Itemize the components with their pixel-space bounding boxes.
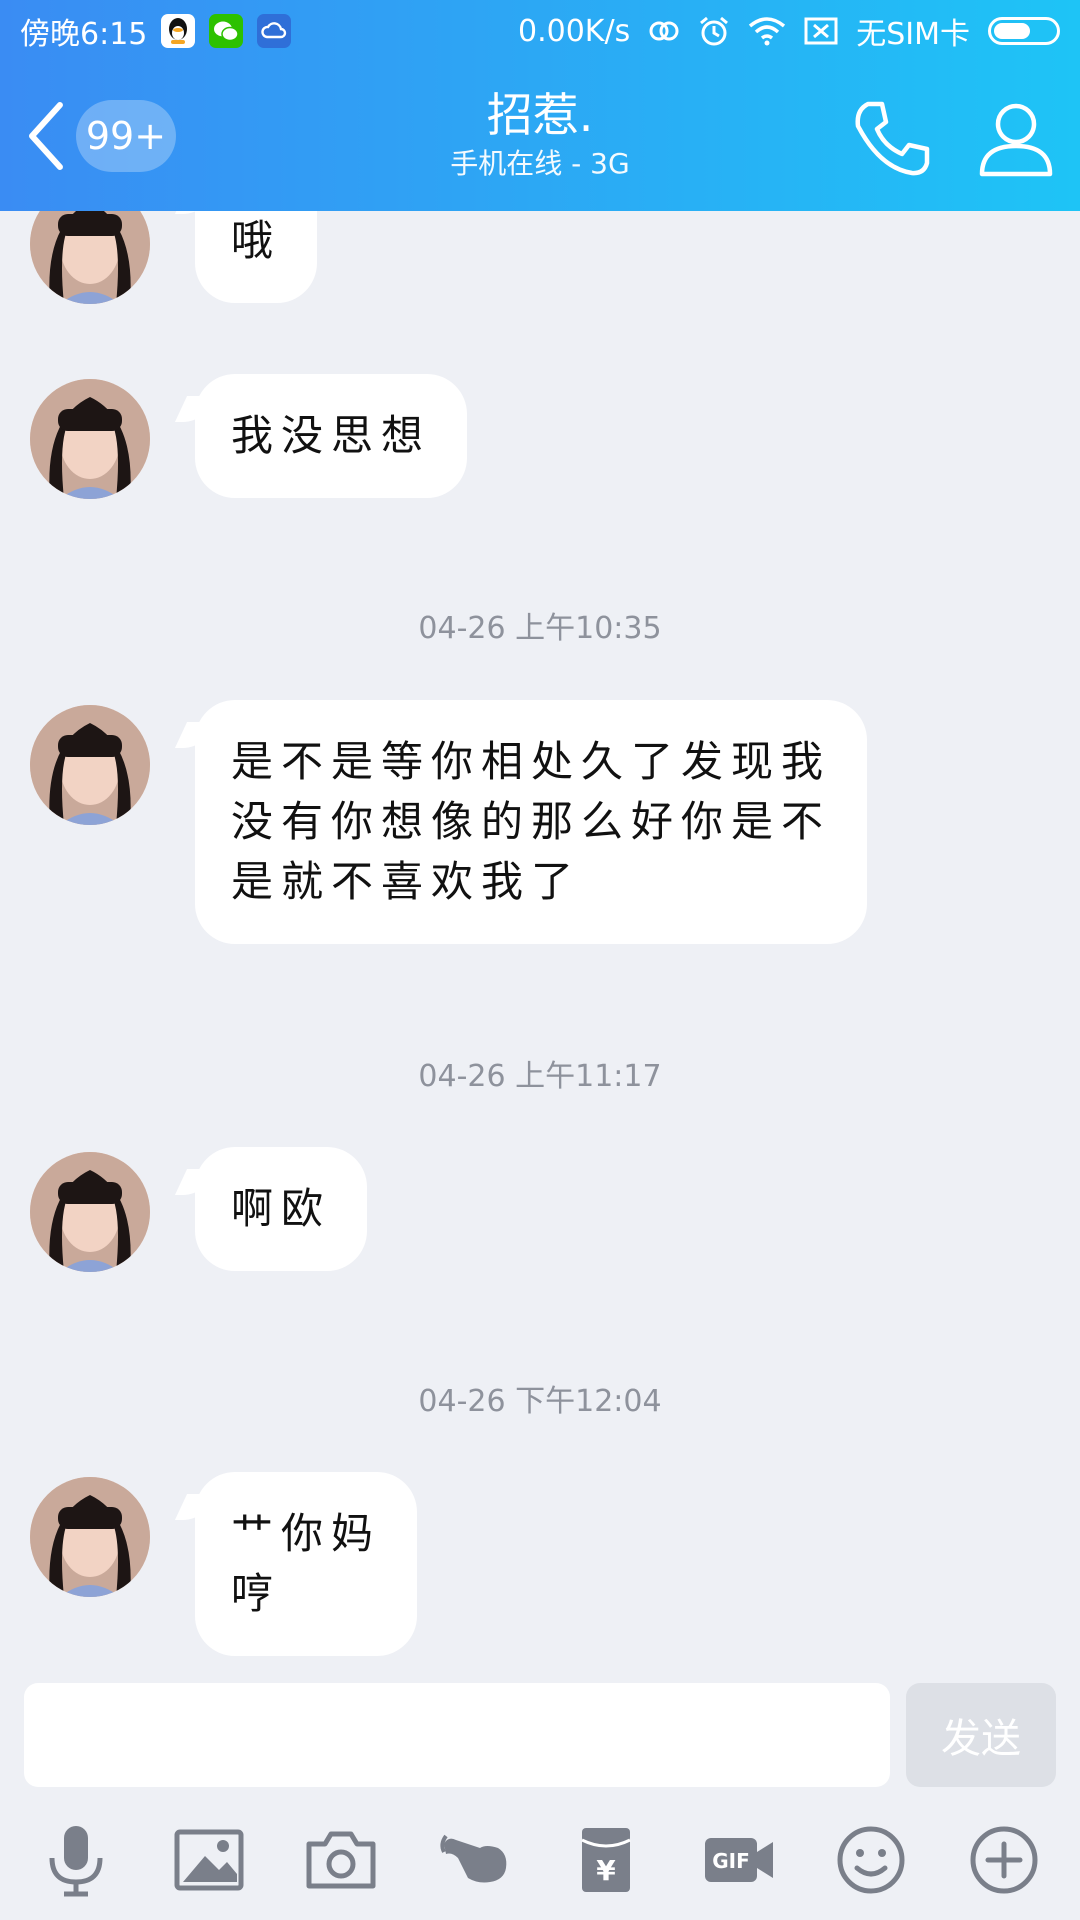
poke-icon — [440, 1834, 507, 1883]
status-bar: 傍晚6:15 0.00K/s 无SIM卡 — [0, 0, 1080, 62]
wifi-icon — [749, 17, 786, 46]
contact-avatar[interactable] — [30, 705, 150, 825]
back-button[interactable]: 99+ — [26, 100, 176, 172]
message-bubble[interactable]: 我没思想 — [195, 374, 468, 498]
plus-icon — [970, 1826, 1038, 1894]
wechat-icon — [209, 14, 244, 48]
contact-status: 手机在线 - 3G — [450, 147, 630, 180]
phone-icon — [855, 101, 930, 176]
contact-avatar[interactable] — [30, 379, 150, 499]
camera-icon — [306, 1831, 376, 1889]
message-bubble[interactable]: 艹你妈 哼 — [195, 1472, 418, 1656]
cloud-icon — [257, 14, 292, 48]
chat-header: 傍晚6:15 0.00K/s 无SIM卡 99+ 招惹. 手机在线 - 3G — [0, 0, 1080, 211]
qq-icon — [161, 14, 196, 48]
message-timestamp: 04-26 下午12:04 — [418, 1384, 662, 1419]
link-icon — [649, 21, 679, 41]
emoji-icon — [837, 1826, 905, 1894]
chat-toolbar: ¥ GIF — [0, 1800, 1080, 1920]
more-button[interactable] — [960, 1816, 1048, 1904]
network-speed: 0.00K/s — [518, 13, 631, 49]
message-list[interactable]: 哦 我没思想 04-26 上午10:35 是不是等你相处久了发现我 没有你想像的… — [0, 211, 1080, 1681]
svg-text:¥: ¥ — [597, 1854, 617, 1887]
message-timestamp: 04-26 上午10:35 — [418, 611, 662, 646]
alarm-icon — [700, 16, 729, 46]
photo-button[interactable] — [165, 1816, 253, 1904]
chevron-left-icon — [28, 102, 63, 170]
contact-avatar[interactable] — [30, 1477, 150, 1597]
gif-button[interactable]: GIF — [695, 1816, 783, 1904]
send-button[interactable]: 发送 — [906, 1683, 1056, 1787]
microphone-icon — [49, 1826, 103, 1897]
message-bubble[interactable]: 啊欧 — [195, 1147, 368, 1271]
message-bubble[interactable]: 哦 — [195, 211, 318, 303]
red-packet-button[interactable]: ¥ — [562, 1816, 650, 1904]
voice-button[interactable] — [32, 1816, 120, 1904]
contact-avatar[interactable] — [30, 1152, 150, 1272]
message-bubble[interactable]: 是不是等你相处久了发现我 没有你想像的那么好你是不 是就不喜欢我了 — [195, 700, 868, 944]
phone-call-button[interactable] — [850, 96, 934, 180]
gif-icon: GIF — [704, 1838, 773, 1882]
emoji-button[interactable] — [827, 1816, 915, 1904]
red-packet-icon: ¥ — [581, 1828, 631, 1892]
image-icon — [174, 1829, 244, 1891]
no-sim-icon — [804, 17, 838, 45]
contact-name: 招惹. — [486, 88, 594, 142]
input-bar: 发送 — [0, 1681, 1080, 1791]
message-input[interactable] — [24, 1683, 890, 1787]
svg-text:GIF: GIF — [712, 1849, 750, 1873]
unread-badge: 99+ — [75, 100, 176, 172]
poke-button[interactable] — [430, 1816, 518, 1904]
sim-status: 无SIM卡 — [856, 17, 970, 52]
camera-button[interactable] — [297, 1816, 385, 1904]
battery-icon — [988, 17, 1060, 45]
status-time: 傍晚6:15 — [20, 17, 148, 52]
contact-avatar[interactable] — [30, 211, 150, 304]
contact-info[interactable]: 招惹. 手机在线 - 3G — [340, 86, 740, 184]
person-icon — [979, 103, 1053, 177]
message-timestamp: 04-26 上午11:17 — [418, 1059, 662, 1094]
profile-button[interactable] — [974, 96, 1058, 180]
